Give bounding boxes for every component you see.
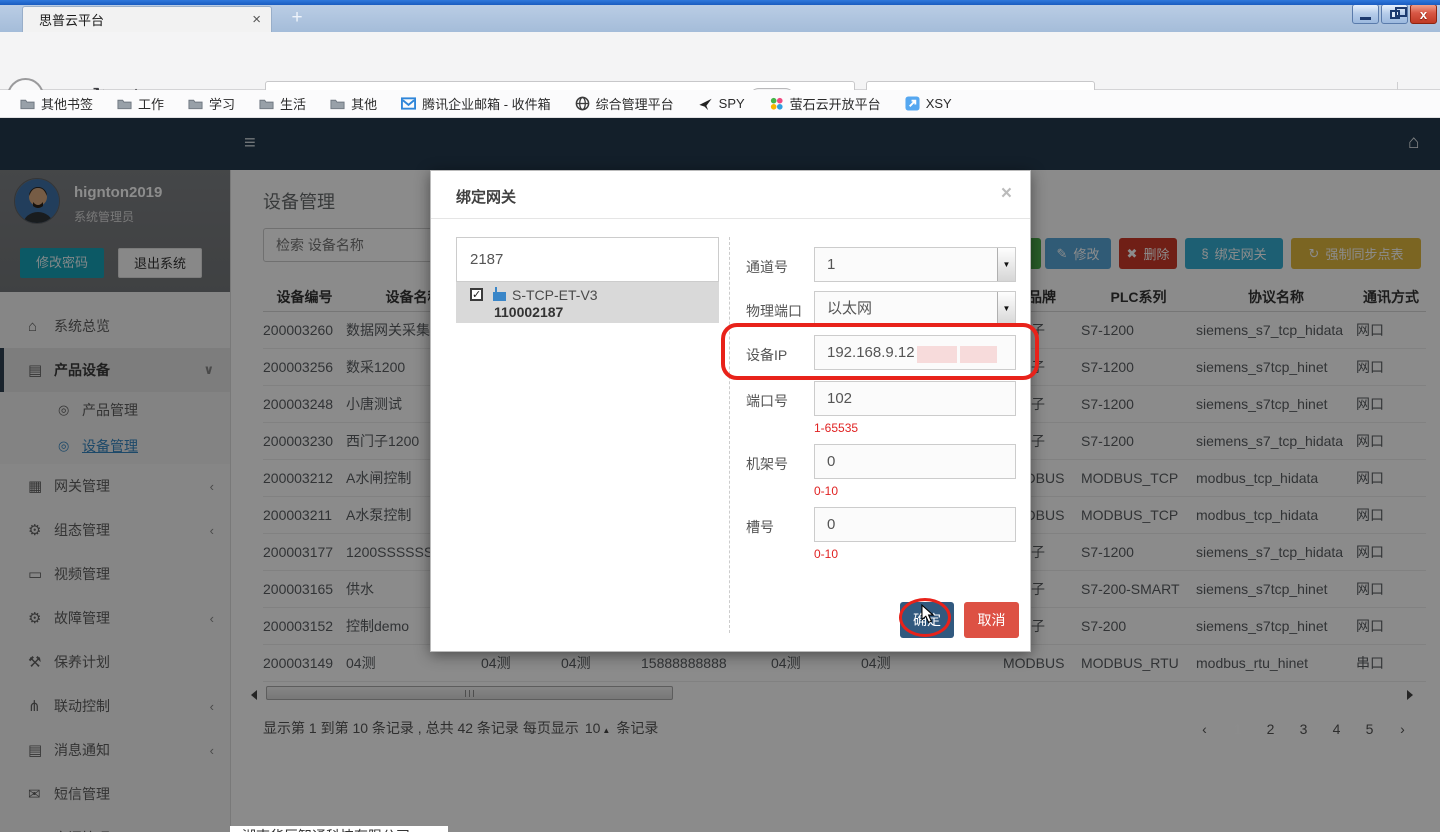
tab-close-icon[interactable]: × bbox=[252, 11, 261, 28]
rack-hint: 0-10 bbox=[814, 484, 838, 498]
globe-icon bbox=[575, 96, 590, 111]
bookmark-tencent-mail[interactable]: 腾讯企业邮箱 - 收件箱 bbox=[401, 94, 551, 113]
port-type-select[interactable]: 以太网 ▼ bbox=[814, 291, 1016, 326]
bookmark-spy[interactable]: SPY bbox=[698, 96, 745, 111]
port-input[interactable] bbox=[814, 381, 1016, 416]
new-tab-button[interactable]: + bbox=[284, 8, 310, 30]
port-hint: 1-65535 bbox=[814, 421, 858, 435]
dropdown-arrow-icon[interactable]: ▼ bbox=[997, 248, 1015, 281]
bookmarks-bar: 其他书签 工作 学习 生活 其他 腾讯企业邮箱 - 收件箱 综合管理平台 SPY… bbox=[0, 90, 1440, 118]
channel-label: 通道号 bbox=[746, 257, 788, 277]
gateway-device-icon bbox=[493, 292, 506, 301]
folder-icon bbox=[259, 97, 274, 110]
gateway-id: 110002187 bbox=[494, 304, 563, 320]
checkbox-checked-icon[interactable]: ✓ bbox=[470, 288, 483, 301]
gateway-search-input[interactable] bbox=[456, 237, 719, 282]
slot-label: 槽号 bbox=[746, 517, 774, 537]
folder-icon bbox=[188, 97, 203, 110]
folder-icon bbox=[330, 97, 345, 110]
arrow-logo-icon bbox=[905, 96, 920, 111]
bookmark-folder-life[interactable]: 生活 bbox=[259, 94, 306, 113]
footer-company: 湖南华辰智通科技有限公司 bbox=[230, 826, 448, 832]
modal-title: 绑定网关 bbox=[456, 186, 516, 207]
folder-icon bbox=[117, 97, 132, 110]
restore-icon bbox=[1390, 10, 1400, 19]
channel-select[interactable]: 1 ▼ bbox=[814, 247, 1016, 282]
window-top-border bbox=[0, 0, 1440, 5]
close-window-button[interactable]: x bbox=[1410, 4, 1437, 24]
restore-button[interactable] bbox=[1381, 4, 1408, 24]
folder-icon bbox=[20, 97, 35, 110]
jet-icon bbox=[698, 97, 713, 111]
minimize-button[interactable] bbox=[1352, 4, 1379, 24]
bind-gateway-modal: 绑定网关 × ✓ S-TCP-ET-V3 110002187 通道号 1 ▼ 物… bbox=[430, 170, 1031, 652]
bookmark-folder-other[interactable]: 其他书签 bbox=[20, 94, 93, 113]
dots-logo-icon bbox=[769, 96, 784, 111]
close-icon: x bbox=[1420, 7, 1427, 22]
bookmark-mgmt-platform[interactable]: 综合管理平台 bbox=[575, 94, 674, 113]
cancel-button[interactable]: 取消 bbox=[964, 602, 1019, 638]
dropdown-arrow-icon[interactable]: ▼ bbox=[997, 292, 1015, 325]
slot-input[interactable] bbox=[814, 507, 1016, 542]
app-viewport: ≡ ⌂ hignton2019 系统管理员 修改密码 退出系统 ⌂ 系统总览 ▤… bbox=[0, 118, 1440, 832]
rack-input[interactable] bbox=[814, 444, 1016, 479]
mail-icon bbox=[401, 97, 416, 110]
browser-tab[interactable]: 思普云平台 × bbox=[22, 6, 272, 32]
window-titlebar: 思普云平台 × + x bbox=[0, 0, 1440, 32]
slot-hint: 0-10 bbox=[814, 547, 838, 561]
browser-toolbar: ← → ↻ ⌂ iot.idosp.net/admin/index.html?l… bbox=[0, 32, 1440, 90]
port-type-label: 物理端口 bbox=[746, 301, 802, 321]
annotation-red-rectangle bbox=[721, 323, 1039, 380]
gateway-name: S-TCP-ET-V3 bbox=[512, 287, 598, 303]
minimize-icon bbox=[1360, 17, 1371, 20]
port-label: 端口号 bbox=[746, 391, 788, 411]
bookmark-folder-misc[interactable]: 其他 bbox=[330, 94, 377, 113]
bookmark-xsy[interactable]: XSY bbox=[905, 96, 952, 111]
bookmark-folder-study[interactable]: 学习 bbox=[188, 94, 235, 113]
bookmark-folder-work[interactable]: 工作 bbox=[117, 94, 164, 113]
modal-divider bbox=[729, 237, 730, 633]
gateway-list-item[interactable]: ✓ S-TCP-ET-V3 110002187 bbox=[456, 282, 719, 323]
bookmark-ezviz[interactable]: 萤石云开放平台 bbox=[769, 94, 881, 113]
rack-label: 机架号 bbox=[746, 454, 788, 474]
tab-title: 思普云平台 bbox=[39, 10, 104, 29]
modal-header: 绑定网关 × bbox=[431, 171, 1030, 219]
mouse-cursor bbox=[920, 604, 935, 629]
modal-close-icon[interactable]: × bbox=[1001, 183, 1012, 205]
